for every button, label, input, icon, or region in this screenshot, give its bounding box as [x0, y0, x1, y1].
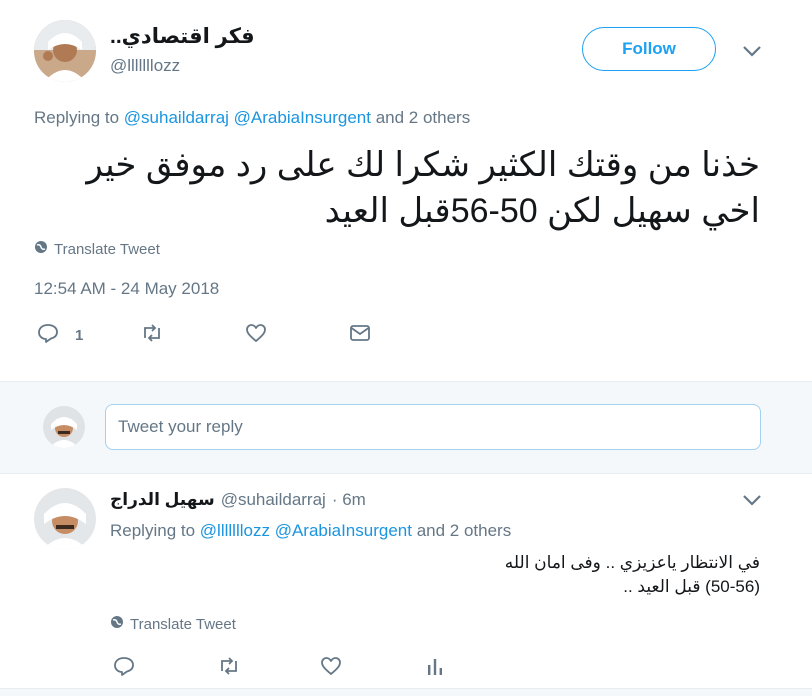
replying-prefix: Replying to [110, 521, 196, 540]
reply-replying-to: Replying to @lllllllozz @ArabiaInsurgent… [110, 521, 511, 541]
reply-author-avatar[interactable] [34, 488, 96, 550]
analytics-action[interactable] [425, 655, 445, 682]
reply-time[interactable]: · 6m [332, 490, 366, 510]
replying-to: Replying to @suhaildarraj @ArabiaInsurge… [34, 108, 470, 128]
replying-others[interactable]: and 2 others [417, 521, 512, 540]
replying-prefix: Replying to [34, 108, 120, 127]
translate-tweet[interactable]: Translate Tweet [34, 240, 160, 258]
retweet-icon [217, 655, 241, 682]
retweet-icon [140, 322, 164, 349]
reply-text: في الانتظار ياعزيزي .. وفى امان الله (50… [110, 551, 760, 599]
like-action[interactable] [245, 322, 267, 349]
translate-label: Translate Tweet [54, 240, 160, 258]
mention-link[interactable]: @ArabiaInsurgent [234, 108, 371, 127]
tweet-text: خذنا من وقتك الكثير شكرا لك على رد موفق … [34, 142, 760, 234]
analytics-icon [425, 655, 445, 682]
globe-icon [34, 240, 48, 258]
chevron-down-icon[interactable] [741, 44, 763, 58]
reply-icon [113, 655, 135, 682]
tweet-timestamp[interactable]: 12:54 AM - 24 May 2018 [34, 279, 219, 299]
reply-display-name[interactable]: سهيل الدراج [110, 490, 215, 510]
tweet-text-line: اخي سهيل لكن 50-56قبل العيد [324, 192, 760, 230]
like-icon [320, 655, 342, 682]
reply-like-action[interactable] [320, 655, 342, 682]
reply-input[interactable]: Tweet your reply [105, 404, 761, 450]
translate-label: Translate Tweet [130, 615, 236, 633]
reply-handle[interactable]: @suhaildarraj [221, 490, 326, 510]
reply-text-line: في الانتظار ياعزيزي .. وفى امان الله [504, 553, 760, 572]
reply-translate-tweet[interactable]: Translate Tweet [110, 615, 236, 633]
reply-count: 1 [75, 327, 84, 344]
mention-link[interactable]: @suhaildarraj [124, 108, 229, 127]
mention-link[interactable]: @ArabiaInsurgent [275, 521, 412, 540]
follow-button[interactable]: Follow [582, 27, 716, 71]
dm-action[interactable] [349, 324, 371, 347]
globe-icon [110, 615, 124, 633]
reply-action[interactable]: 1 [37, 322, 83, 349]
author-handle[interactable]: @lllllllozz [110, 56, 180, 76]
tweet-text-line: خذنا من وقتك الكثير شكرا لك على رد موفق … [86, 146, 760, 184]
reply-text-line: (50-56) قبل العيد .. [623, 577, 760, 596]
mention-link[interactable]: @lllllllozz [200, 521, 270, 540]
bottom-band [0, 689, 812, 696]
reply-icon [37, 322, 59, 349]
author-avatar[interactable] [34, 20, 96, 82]
divider [0, 473, 812, 474]
retweet-action[interactable] [140, 322, 164, 349]
current-user-avatar [43, 406, 85, 448]
like-icon [245, 322, 267, 349]
chevron-down-icon[interactable] [741, 493, 763, 507]
author-display-name[interactable]: فكر اقتصادي.. [110, 24, 255, 49]
reply-retweet-action[interactable] [217, 655, 241, 682]
reply-reply-action[interactable] [113, 655, 135, 682]
replying-others[interactable]: and 2 others [376, 108, 471, 127]
reply-author-line: سهيل الدراج @suhaildarraj · 6m [110, 490, 366, 510]
dm-icon [349, 324, 371, 347]
